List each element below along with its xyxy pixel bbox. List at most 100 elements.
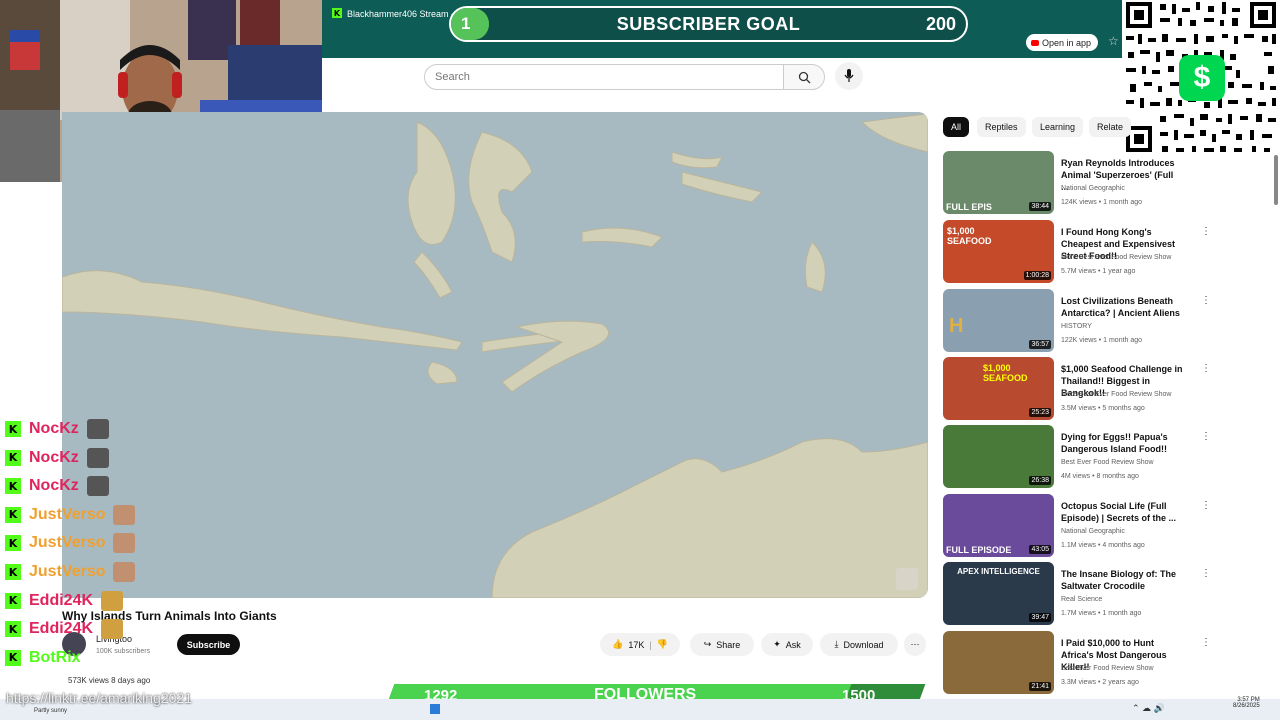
chip-all[interactable]: All: [943, 117, 970, 137]
linktree-overlay: https://linktr.ee/amariking2021: [6, 690, 192, 706]
chat-username: Eddi24K: [29, 620, 94, 638]
video-thumbnail[interactable]: FULL EPISODE 43:05: [943, 494, 1054, 557]
video-views-date: 573K views 8 days ago: [68, 676, 151, 685]
recommendation-item[interactable]: 26:38 Dying for Eggs!! Papua's Dangerous…: [943, 425, 1211, 489]
recommendation-item[interactable]: FULL EPISODE 43:05 Octopus Social Life (…: [943, 494, 1211, 558]
video-thumbnail[interactable]: APEX INTELLIGENCE 39:47: [943, 562, 1054, 625]
watermark-icon: [896, 568, 918, 590]
kick-badge-icon: K: [5, 621, 21, 638]
video-thumbnail[interactable]: 26:38: [943, 425, 1054, 488]
video-duration: 38:44: [1029, 202, 1051, 211]
video-meta: 3.3M views • 2 years ago: [1061, 679, 1139, 686]
voice-search-button[interactable]: [835, 62, 863, 90]
thumbs-down-icon[interactable]: 👎: [657, 639, 668, 650]
history-logo-icon: H: [949, 315, 964, 337]
search-icon: [798, 71, 810, 83]
video-duration: 26:38: [1029, 476, 1051, 485]
more-options-icon[interactable]: ⋮: [1201, 295, 1211, 306]
subscriber-goal-bar: 1 SUBSCRIBER GOAL 200: [449, 6, 968, 42]
search-button[interactable]: [783, 64, 825, 90]
share-button[interactable]: ↪ Share: [690, 633, 754, 656]
more-options-icon[interactable]: ⋮: [1201, 363, 1211, 374]
thumbnail-overlay-text: FULL EPIS: [946, 202, 992, 212]
chat-username: NocKz: [29, 420, 79, 437]
chat-username: Eddi24K: [29, 591, 94, 609]
channel-name[interactable]: National Geographic: [1061, 185, 1125, 192]
video-thumbnail[interactable]: H 36:57: [943, 289, 1054, 352]
more-options-icon[interactable]: ⋮: [1201, 431, 1211, 442]
channel-name[interactable]: Real Science: [1061, 596, 1102, 603]
share-label: Share: [716, 639, 741, 650]
open-in-app-button[interactable]: Open in app: [1026, 34, 1098, 51]
video-title[interactable]: Dying for Eggs!! Papua's Dangerous Islan…: [1061, 431, 1183, 455]
chat-username: NocKz: [29, 477, 79, 495]
cash-app-logo-icon: $: [1179, 55, 1225, 101]
video-duration: 21:41: [1029, 682, 1051, 691]
channel-name[interactable]: Best Ever Food Review Show: [1061, 459, 1154, 466]
chat-message: K JustVerso: [5, 532, 136, 554]
bookmark-star-icon[interactable]: ☆: [1108, 34, 1119, 48]
more-options-icon[interactable]: ⋮: [1201, 500, 1211, 511]
recommendation-item[interactable]: H 36:57 Lost Civilizations Beneath Antar…: [943, 289, 1211, 353]
chat-message: K BotRix: [5, 647, 81, 669]
tray-icons[interactable]: ⌃ ☁ 🔊: [1132, 703, 1165, 714]
recommendation-item[interactable]: $1,000 SEAFOOD 25:23 $1,000 Seafood Chal…: [943, 357, 1211, 421]
video-title[interactable]: Octopus Social Life (Full Episode) | Sec…: [1061, 500, 1183, 524]
user-avatar-icon: [113, 562, 136, 582]
channel-name[interactable]: More Best Ever Food Review Show: [1061, 254, 1172, 261]
channel-name[interactable]: Best Ever Food Review Show: [1061, 665, 1154, 672]
chip-learning[interactable]: Learning: [1032, 117, 1084, 137]
channel-name[interactable]: More Best Ever Food Review Show: [1061, 391, 1172, 398]
recommendation-item[interactable]: APEX INTELLIGENCE 39:47 The Insane Biolo…: [943, 562, 1211, 626]
kick-badge-icon: K: [5, 449, 21, 466]
clock-date: 8/26/2025: [1233, 703, 1260, 709]
subscribe-button[interactable]: Subscribe: [177, 634, 240, 655]
taskbar-clock[interactable]: 3:57 PM 8/26/2025: [1233, 697, 1260, 709]
start-icon[interactable]: [430, 704, 440, 714]
kick-badge-icon: K: [5, 564, 21, 580]
ask-button[interactable]: ✦ Ask: [761, 633, 813, 656]
windows-taskbar: ⌃ ☁ 🔊: [0, 699, 1280, 720]
chat-message: K Eddi24K: [5, 618, 124, 640]
taskbar-weather[interactable]: Partly sunny: [34, 708, 67, 714]
thumbnail-overlay-text: APEX INTELLIGENCE: [957, 567, 1040, 576]
video-title[interactable]: Lost Civilizations Beneath Antarctica? |…: [1061, 295, 1183, 319]
video-thumbnail[interactable]: $1,000 SEAFOOD 25:23: [943, 357, 1054, 420]
channel-name[interactable]: HISTORY: [1061, 323, 1092, 330]
subscriber-goal-title: SUBSCRIBER GOAL: [616, 14, 801, 34]
video-meta: 5.7M views • 1 year ago: [1061, 268, 1136, 275]
chat-message: K Eddi24K: [5, 590, 124, 612]
download-button[interactable]: ⤓ Download: [820, 633, 898, 656]
recommendation-item[interactable]: FULL EPIS 38:44 Ryan Reynolds Introduces…: [943, 151, 1208, 215]
video-thumbnail[interactable]: 21:41: [943, 631, 1054, 694]
recommendation-item[interactable]: 21:41 I Paid $10,000 to Hunt Africa's Mo…: [943, 631, 1211, 695]
more-options-icon[interactable]: ⋮: [1201, 568, 1211, 579]
more-options-icon[interactable]: ⋮: [1201, 637, 1211, 648]
more-options-icon[interactable]: ⋮: [1201, 226, 1211, 237]
chat-username: JustVerso: [29, 563, 106, 580]
chip-related[interactable]: Relate: [1089, 117, 1132, 137]
video-thumbnail[interactable]: FULL EPIS 38:44: [943, 151, 1054, 214]
user-avatar-icon: [113, 533, 136, 554]
kick-badge-icon: K: [5, 478, 21, 495]
sparkle-icon: ✦: [773, 639, 781, 649]
chip-reptiles[interactable]: Reptiles: [977, 117, 1026, 137]
video-title[interactable]: The Insane Biology of: The Saltwater Cro…: [1061, 568, 1183, 592]
thumbs-up-icon[interactable]: 👍: [612, 639, 623, 650]
subscriber-goal-target: 200: [925, 14, 956, 34]
thumbnail-overlay-text: $1,000 SEAFOOD: [983, 363, 1028, 383]
scrollbar-thumb[interactable]: [1274, 155, 1278, 205]
video-meta: 124K views • 1 month ago: [1061, 199, 1143, 206]
recommendation-item[interactable]: $1,000 SEAFOOD 1:00:28 I Found Hong Kong…: [943, 220, 1211, 284]
more-actions-button[interactable]: ⋯: [904, 633, 926, 656]
video-player[interactable]: [62, 112, 928, 598]
channel-name[interactable]: National Geographic: [1061, 528, 1125, 535]
video-thumbnail[interactable]: $1,000 SEAFOOD 1:00:28: [943, 220, 1054, 283]
like-dislike-group[interactable]: 👍 17K | 👎: [600, 633, 680, 656]
download-icon: ⤓: [834, 639, 839, 649]
video-duration: 25:23: [1029, 408, 1051, 417]
browser-tab-title[interactable]: Blackhammer406 Stream - W: [347, 9, 465, 19]
search-input[interactable]: Search: [424, 64, 784, 90]
kick-badge-icon: K: [5, 506, 21, 523]
video-duration: 43:05: [1029, 545, 1051, 554]
